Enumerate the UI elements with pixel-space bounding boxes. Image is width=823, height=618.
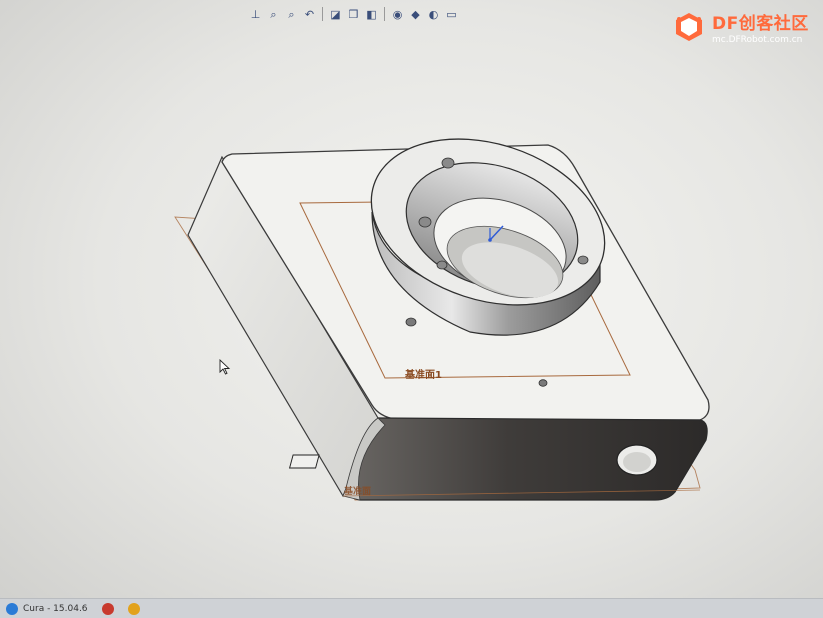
view-selector-icon[interactable]: ❒ xyxy=(346,7,361,22)
cad-screen: ⊥ ⌕ ⌕ ↶ ◪ ❒ ◧ ◉ ◆ ◐ ▭ DF创客社区 mc.DFRobot.com.cn xyxy=(0,0,823,618)
app-icon xyxy=(6,602,18,615)
previous-view-icon[interactable]: ↶ xyxy=(302,7,317,22)
taskbar-item[interactable] xyxy=(127,602,140,615)
app-icon xyxy=(101,602,114,615)
display-style-icon[interactable]: ◧ xyxy=(364,7,379,22)
mouse-cursor-icon xyxy=(219,359,231,375)
taskbar-item[interactable] xyxy=(101,602,114,615)
apply-scene-icon[interactable]: ◐ xyxy=(426,7,441,22)
taskbar-item-label: Cura - 15.04.6 xyxy=(23,603,88,614)
heads-up-view-toolbar: ⊥ ⌕ ⌕ ↶ ◪ ❒ ◧ ◉ ◆ ◐ ▭ xyxy=(248,4,459,24)
edit-appearance-icon[interactable]: ◆ xyxy=(408,7,423,22)
plane-label-2[interactable]: 基准面 xyxy=(344,484,371,497)
ring-hole xyxy=(441,157,455,169)
top-hole xyxy=(405,317,417,327)
section-view-icon[interactable]: ◪ xyxy=(328,7,343,22)
app-icon xyxy=(127,602,140,615)
ring-hole xyxy=(418,216,432,228)
camera-housing-model xyxy=(174,138,710,501)
windows-taskbar: Cura - 15.04.6 xyxy=(0,598,823,618)
ring-hole xyxy=(436,260,448,270)
hide-show-items-icon[interactable]: ◉ xyxy=(390,7,405,22)
zoom-to-fit-icon[interactable]: ⌕ xyxy=(266,7,281,22)
zoom-area-icon[interactable]: ⌕ xyxy=(284,7,299,22)
ring-hole xyxy=(577,255,589,265)
view-settings-icon[interactable]: ▭ xyxy=(444,7,459,22)
toolbar-separator xyxy=(384,7,385,21)
toolbar-separator xyxy=(322,7,323,21)
top-hole xyxy=(538,379,548,387)
taskbar-item[interactable]: Cura - 15.04.6 xyxy=(6,602,88,615)
front-slot xyxy=(288,454,320,469)
graphics-area[interactable]: 基准面1 基准面 xyxy=(0,26,823,596)
plane-label-1[interactable]: 基准面1 xyxy=(405,366,442,381)
view-orientation-icon[interactable]: ⊥ xyxy=(248,7,263,22)
